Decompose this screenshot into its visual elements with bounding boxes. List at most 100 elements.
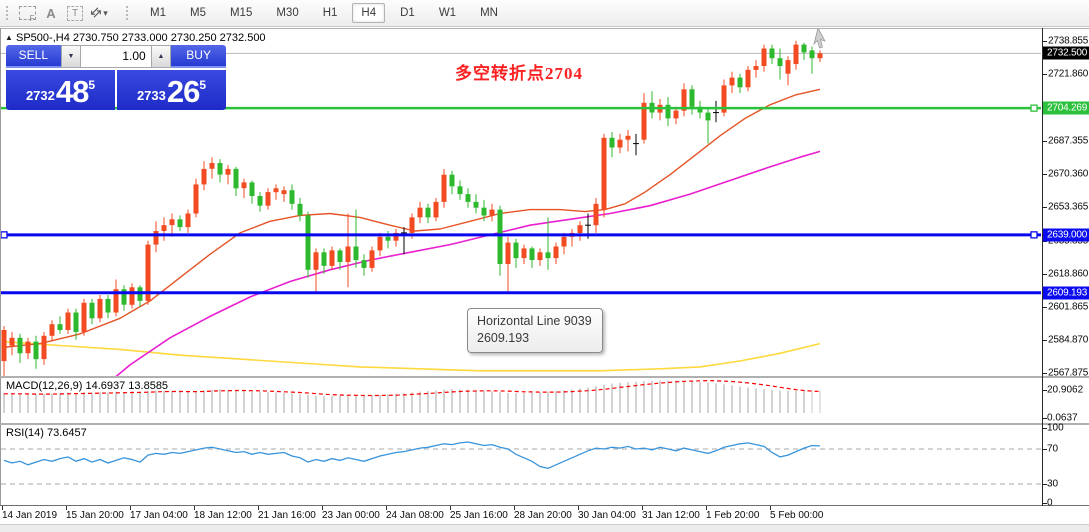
price-axis-label: 2567.875	[1048, 367, 1089, 379]
candle	[81, 302, 87, 332]
candle	[185, 213, 191, 228]
candle	[233, 168, 239, 189]
macd-scale-top: 20.9062	[1047, 384, 1084, 396]
time-axis-tick	[450, 506, 451, 510]
candle	[745, 69, 751, 88]
candle	[665, 104, 671, 119]
chart-annotation-text[interactable]: 多空转折点2704	[455, 59, 583, 84]
price-axis-tick	[1042, 306, 1047, 308]
candle	[409, 217, 415, 233]
time-axis-tick	[770, 506, 771, 510]
candle	[545, 252, 551, 259]
candle	[529, 248, 535, 260]
price-axis-label: 2721.860	[1048, 68, 1089, 80]
price-axis-tick	[1042, 372, 1047, 374]
candle	[177, 219, 183, 228]
candle	[433, 201, 439, 218]
buy-price-sup: 5	[199, 78, 207, 92]
price-axis-tick	[1042, 273, 1047, 275]
time-axis-label: 18 Jan 12:00	[194, 510, 252, 521]
candle	[193, 184, 199, 214]
one-click-trade-panel: SELL ▼ 1.00 ▲ BUY 2732 48 5 2733 26 5	[6, 45, 226, 110]
volume-step-down-button[interactable]: ▼	[60, 45, 82, 68]
price-badge-2704.269: 2704.269	[1043, 101, 1089, 115]
time-axis-label: 14 Jan 2019	[2, 510, 58, 521]
time-axis-tick	[706, 506, 707, 510]
sell-button[interactable]: SELL	[6, 45, 61, 68]
candle	[481, 207, 487, 216]
candle	[57, 324, 63, 330]
candle	[65, 312, 71, 330]
candle	[265, 192, 271, 206]
candle	[89, 302, 95, 319]
time-axis-tick	[578, 506, 579, 510]
candle	[41, 335, 47, 360]
candle	[25, 341, 31, 354]
price-axis-label: 2738.855	[1048, 35, 1089, 47]
candle	[313, 252, 319, 270]
rsi-axis-tick	[1042, 428, 1047, 429]
candle	[97, 298, 103, 319]
candle	[801, 44, 807, 53]
volume-input[interactable]: 1.00	[81, 45, 151, 68]
sell-price-prefix: 2732	[25, 88, 55, 103]
price-axis-label: 2584.870	[1048, 334, 1089, 346]
symbol-marker-icon: ▲	[5, 33, 13, 42]
candle	[49, 324, 55, 336]
price-axis-label: 2687.355	[1048, 135, 1089, 147]
hline-tooltip-title: Horizontal Line 9039	[477, 314, 592, 328]
macd-splitter[interactable]	[0, 376, 1089, 378]
rsi-axis-tick	[1042, 484, 1047, 485]
candle	[369, 250, 375, 268]
price-axis-label: 2653.365	[1048, 201, 1089, 213]
candle	[321, 252, 327, 266]
candle	[289, 190, 295, 204]
rsi-scale-label: 100	[1047, 422, 1064, 434]
candle	[609, 137, 615, 148]
time-axis-tick	[514, 506, 515, 510]
buy-price-big: 26	[166, 74, 200, 109]
rsi-splitter[interactable]	[0, 423, 1089, 425]
price-axis-border	[1042, 28, 1043, 506]
time-axis-tick	[386, 506, 387, 510]
buy-button[interactable]: BUY	[171, 45, 226, 68]
trade-controls-row: SELL ▼ 1.00 ▲ BUY	[6, 45, 226, 68]
candle	[161, 225, 167, 231]
candle	[1, 330, 7, 362]
candle	[417, 207, 423, 218]
time-axis-tick	[66, 506, 67, 510]
sell-price-big: 48	[55, 74, 89, 109]
candle	[577, 225, 583, 233]
candle	[497, 209, 503, 264]
price-axis-tick	[1042, 73, 1047, 75]
candle	[457, 186, 463, 195]
candle	[689, 89, 695, 107]
price-axis-tick	[1042, 339, 1047, 341]
price-axis-label: 2670.360	[1048, 168, 1089, 180]
buy-price-display[interactable]: 2733 26 5	[117, 70, 226, 110]
candle	[513, 242, 519, 259]
candle	[441, 174, 447, 202]
candle	[249, 182, 255, 196]
candle	[361, 260, 367, 268]
chart-left-border	[0, 28, 1, 506]
candle	[129, 287, 135, 305]
candle	[593, 203, 599, 226]
volume-step-up-button[interactable]: ▲	[150, 45, 172, 68]
candle	[329, 250, 335, 266]
candle	[489, 209, 495, 216]
candle	[553, 246, 559, 259]
mouse-cursor	[813, 29, 826, 49]
price-axis-tick	[1042, 206, 1047, 208]
macd-label: MACD(12,26,9) 14.6937 13.8585	[6, 380, 169, 392]
time-axis-tick	[2, 506, 3, 510]
time-axis-label: 5 Feb 00:00	[770, 510, 824, 521]
candle	[561, 236, 567, 247]
sell-price-display[interactable]: 2732 48 5	[6, 70, 115, 110]
candle	[705, 112, 711, 121]
candle	[425, 207, 431, 218]
macd-axis-tick	[1042, 418, 1047, 419]
candle	[337, 250, 343, 262]
hline-tooltip: Horizontal Line 9039 2609.193	[467, 308, 603, 353]
candle	[153, 231, 159, 245]
